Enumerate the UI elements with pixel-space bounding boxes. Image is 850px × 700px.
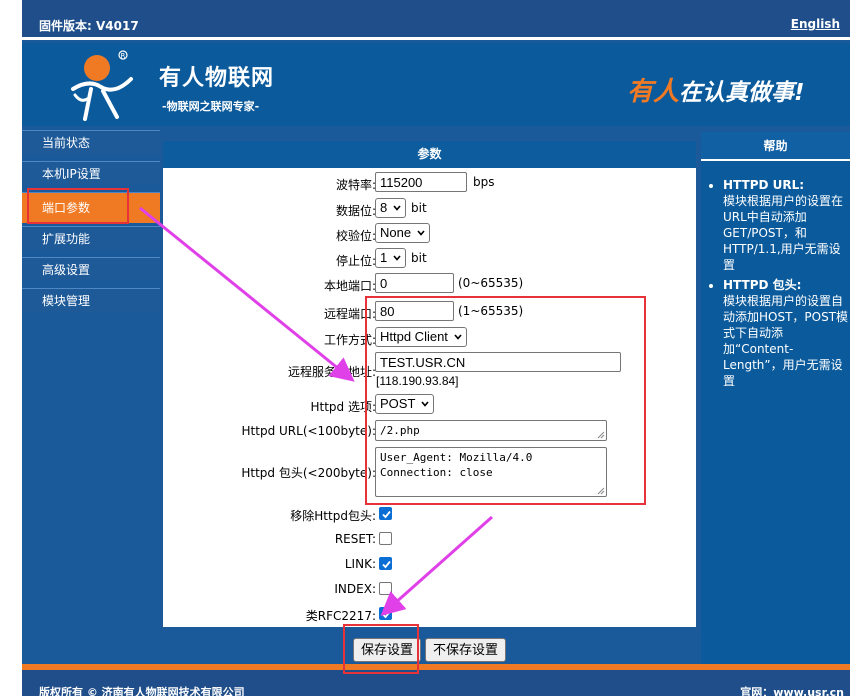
footer: 版权所有 © 济南有人物联网技术有限公司 官网：www.usr.cn <box>22 670 850 699</box>
httpd-url-label: Httpd URL(<100byte): <box>241 424 376 438</box>
sidebar-item-advanced[interactable]: 高级设置 <box>22 257 160 281</box>
reset-checkbox[interactable] <box>379 532 392 545</box>
baud-input[interactable] <box>375 172 467 192</box>
chevron-down-icon <box>417 230 425 236</box>
stop-bits-value: 1 <box>380 250 388 265</box>
sidebar-item-ip-settings[interactable]: 本机IP设置 <box>22 161 160 185</box>
stop-bits-unit: bit <box>411 251 427 265</box>
remote-server-input[interactable] <box>375 352 621 372</box>
remote-server-label: 远程服务器地址: <box>287 365 376 379</box>
parity-label: 校验位: <box>335 229 376 243</box>
help-item-title: HTTPD URL: <box>723 178 805 192</box>
language-link[interactable]: English <box>791 17 840 31</box>
stop-bits-label: 停止位: <box>335 254 376 268</box>
remove-header-checkbox[interactable] <box>379 507 392 520</box>
footer-copyright: 版权所有 © 济南有人物联网技术有限公司 <box>39 686 245 699</box>
slogan-part2: 在认真做事! <box>679 80 805 106</box>
httpd-url-textarea[interactable]: /2.php <box>375 420 607 441</box>
footer-site[interactable]: 官网：www.usr.cn <box>740 684 844 700</box>
httpd-option-value: POST <box>380 396 416 411</box>
work-mode-row: 工作方式: Httpd Client <box>163 327 698 347</box>
help-title: 帮助 <box>701 132 850 161</box>
link-checkbox[interactable] <box>379 557 392 570</box>
help-item-httpd-url: HTTPD URL: 模块根据用户的设置在URL中自动添加GET/POST，和HT… <box>723 177 850 273</box>
remote-port-range: (1~65535) <box>458 304 524 318</box>
resize-grip-icon <box>597 431 605 439</box>
chevron-down-icon <box>421 401 430 407</box>
save-settings-button[interactable]: 保存设置 <box>353 638 422 662</box>
firmware-version: 固件版本: V4017 <box>39 19 139 33</box>
chevron-down-icon <box>393 255 401 261</box>
params-title: 参数 <box>163 141 696 168</box>
brand-name: 有人物联网 <box>159 66 275 91</box>
data-bits-label: 数据位: <box>335 204 376 218</box>
remove-header-label: 移除Httpd包头: <box>290 509 376 523</box>
local-port-input[interactable] <box>375 273 454 293</box>
local-port-range: (0~65535) <box>458 276 524 290</box>
rfc2217-checkbox[interactable] <box>379 607 392 620</box>
parity-value: None <box>380 225 412 240</box>
data-bits-select[interactable]: 8 <box>375 198 407 218</box>
sidebar-item-extensions[interactable]: 扩展功能 <box>22 226 160 250</box>
help-panel: 帮助 HTTPD URL: 模块根据用户的设置在URL中自动添加GET/POST，… <box>701 132 850 664</box>
parity-row: 校验位: None <box>163 223 698 243</box>
baud-unit: bps <box>473 175 495 189</box>
slogan-part1: 有人 <box>627 77 680 107</box>
data-bits-unit: bit <box>411 201 427 215</box>
chevron-down-icon <box>454 334 462 340</box>
remote-port-label: 远程端口: <box>323 307 376 321</box>
httpd-option-label: Httpd 选项: <box>310 400 376 414</box>
rfc2217-label: 类RFC2217: <box>305 609 376 623</box>
httpd-header-textarea[interactable]: User_Agent: Mozilla/4.0 Connection: clos… <box>375 447 607 497</box>
index-checkbox[interactable] <box>379 582 392 595</box>
data-bits-row: 数据位: 8 bit <box>163 198 698 218</box>
banner: R 有人物联网 -物联网之联网专家- 有人在认真做事! <box>22 43 850 126</box>
sidebar-item-module-manage[interactable]: 模块管理 <box>22 288 160 312</box>
help-item-text: 模块根据用户的设置自动添加HOST，POST模式下自动添加“Content-Le… <box>723 294 849 388</box>
sidebar-item-port-params[interactable]: 端口参数 <box>22 192 160 223</box>
sidebar-item-status[interactable]: 当前状态 <box>22 130 160 154</box>
local-port-label: 本地端口: <box>323 279 376 293</box>
check-icon <box>382 560 391 569</box>
resize-grip-icon <box>597 487 605 495</box>
slogan: 有人在认真做事! <box>627 71 805 108</box>
remote-server-resolved-ip: [118.190.93.84] <box>376 374 459 388</box>
discard-settings-button[interactable]: 不保存设置 <box>425 638 507 662</box>
check-icon <box>382 510 391 519</box>
work-mode-label: 工作方式: <box>323 333 376 347</box>
work-mode-select[interactable]: Httpd Client <box>375 327 467 347</box>
svg-text:R: R <box>121 52 126 60</box>
data-bits-value: 8 <box>380 200 388 215</box>
chevron-down-icon <box>393 205 401 211</box>
help-list: HTTPD URL: 模块根据用户的设置在URL中自动添加GET/POST，和HT… <box>701 161 850 389</box>
baud-label: 波特率: <box>335 178 376 192</box>
usr-logo-icon: R <box>67 49 137 121</box>
httpd-option-row: Httpd 选项: POST <box>163 394 698 414</box>
httpd-header-label: Httpd 包头(<200byte): <box>241 466 376 480</box>
page-shell: 固件版本: V4017 English R 有人物联网 -物联网之联网专家- 有… <box>22 0 850 699</box>
link-label: LINK: <box>344 557 376 571</box>
params-panel: 参数 波特率: bps 数据位: 8 bit 校验位: None 停止位: 1 … <box>162 140 697 628</box>
remote-port-input[interactable] <box>375 301 454 321</box>
help-item-text: 模块根据用户的设置在URL中自动添加GET/POST，和HTTP/1.1,用户无… <box>723 194 844 272</box>
brand-subtitle: -物联网之联网专家- <box>162 100 260 113</box>
index-label: INDEX: <box>334 582 376 596</box>
parity-select[interactable]: None <box>375 223 431 243</box>
stop-bits-select[interactable]: 1 <box>375 248 407 268</box>
help-item-httpd-header: HTTPD 包头: 模块根据用户的设置自动添加HOST，POST模式下自动添加“C… <box>723 277 850 389</box>
check-icon <box>382 610 391 619</box>
reset-label: RESET: <box>334 532 376 546</box>
httpd-option-select[interactable]: POST <box>375 394 435 414</box>
top-bar: 固件版本: V4017 English <box>22 0 850 40</box>
help-item-title: HTTPD 包头: <box>723 278 802 292</box>
stop-bits-row: 停止位: 1 bit <box>163 248 698 268</box>
work-mode-value: Httpd Client <box>380 329 448 344</box>
